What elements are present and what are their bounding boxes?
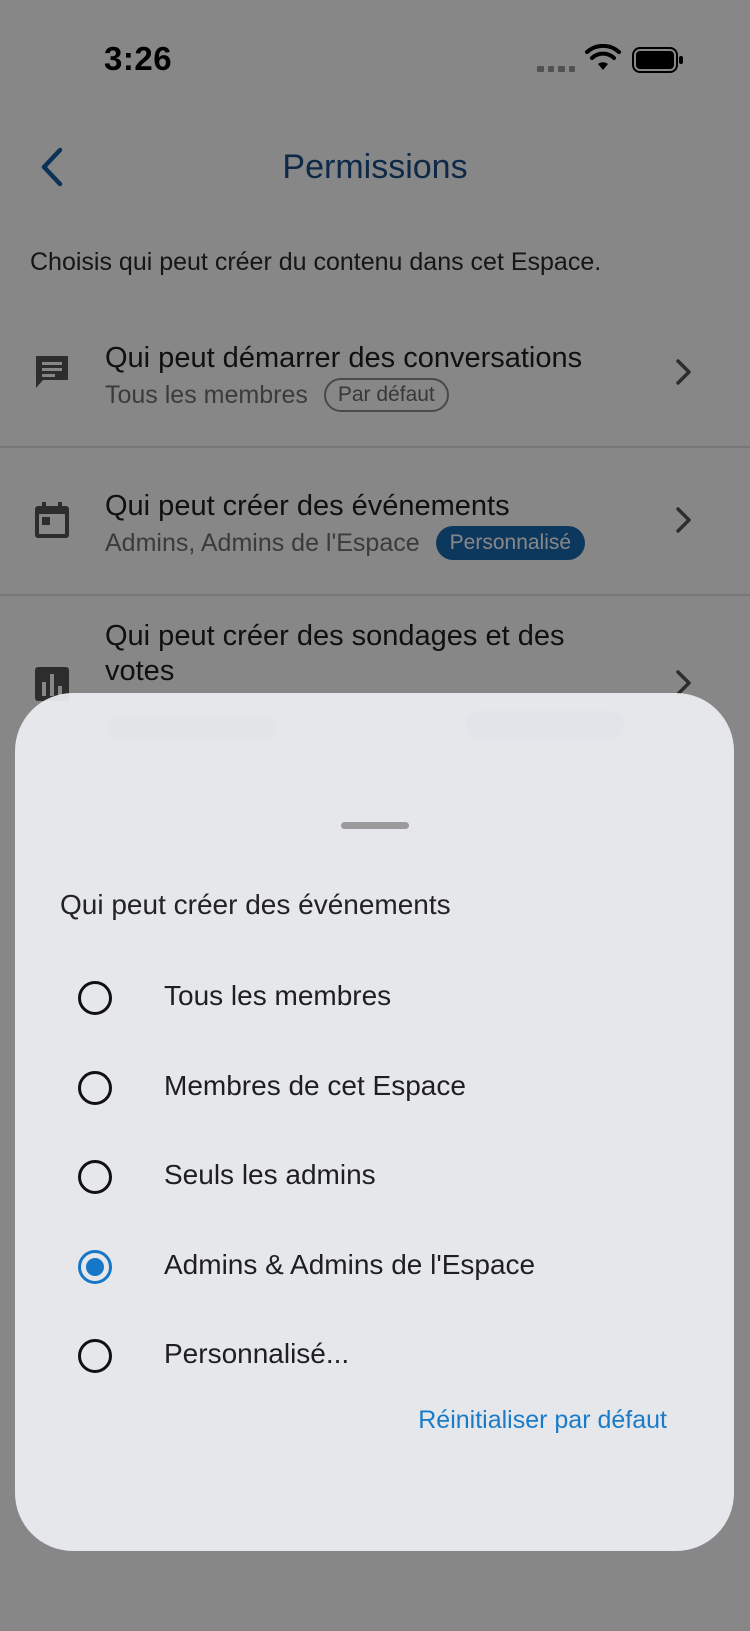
option-label: Admins & Admins de l'Espace (164, 1249, 536, 1280)
radio-button-selected[interactable] (78, 1250, 112, 1284)
option-custom[interactable]: Personnalisé... (15, 1321, 734, 1391)
option-admins-and-space-admins[interactable]: Admins & Admins de l'Espace (15, 1232, 734, 1302)
option-label: Membres de cet Espace (164, 1070, 466, 1101)
option-all-members[interactable]: Tous les membres (15, 963, 734, 1033)
sheet-drag-handle[interactable] (341, 822, 409, 829)
sheet-title: Qui peut créer des événements (60, 889, 451, 920)
radio-button[interactable] (78, 1160, 112, 1194)
option-label: Seuls les admins (164, 1159, 376, 1190)
radio-button[interactable] (78, 1071, 112, 1105)
permission-options-sheet: Qui peut créer des événements Tous les m… (15, 693, 734, 1551)
option-label: Personnalisé... (164, 1338, 350, 1369)
option-admins-only[interactable]: Seuls les admins (15, 1142, 734, 1212)
option-space-members[interactable]: Membres de cet Espace (15, 1053, 734, 1123)
radio-button[interactable] (78, 1339, 112, 1373)
option-label: Tous les membres (164, 980, 392, 1011)
radio-button[interactable] (78, 981, 112, 1015)
reset-to-default-button[interactable]: Réinitialiser par défaut (418, 1406, 667, 1435)
